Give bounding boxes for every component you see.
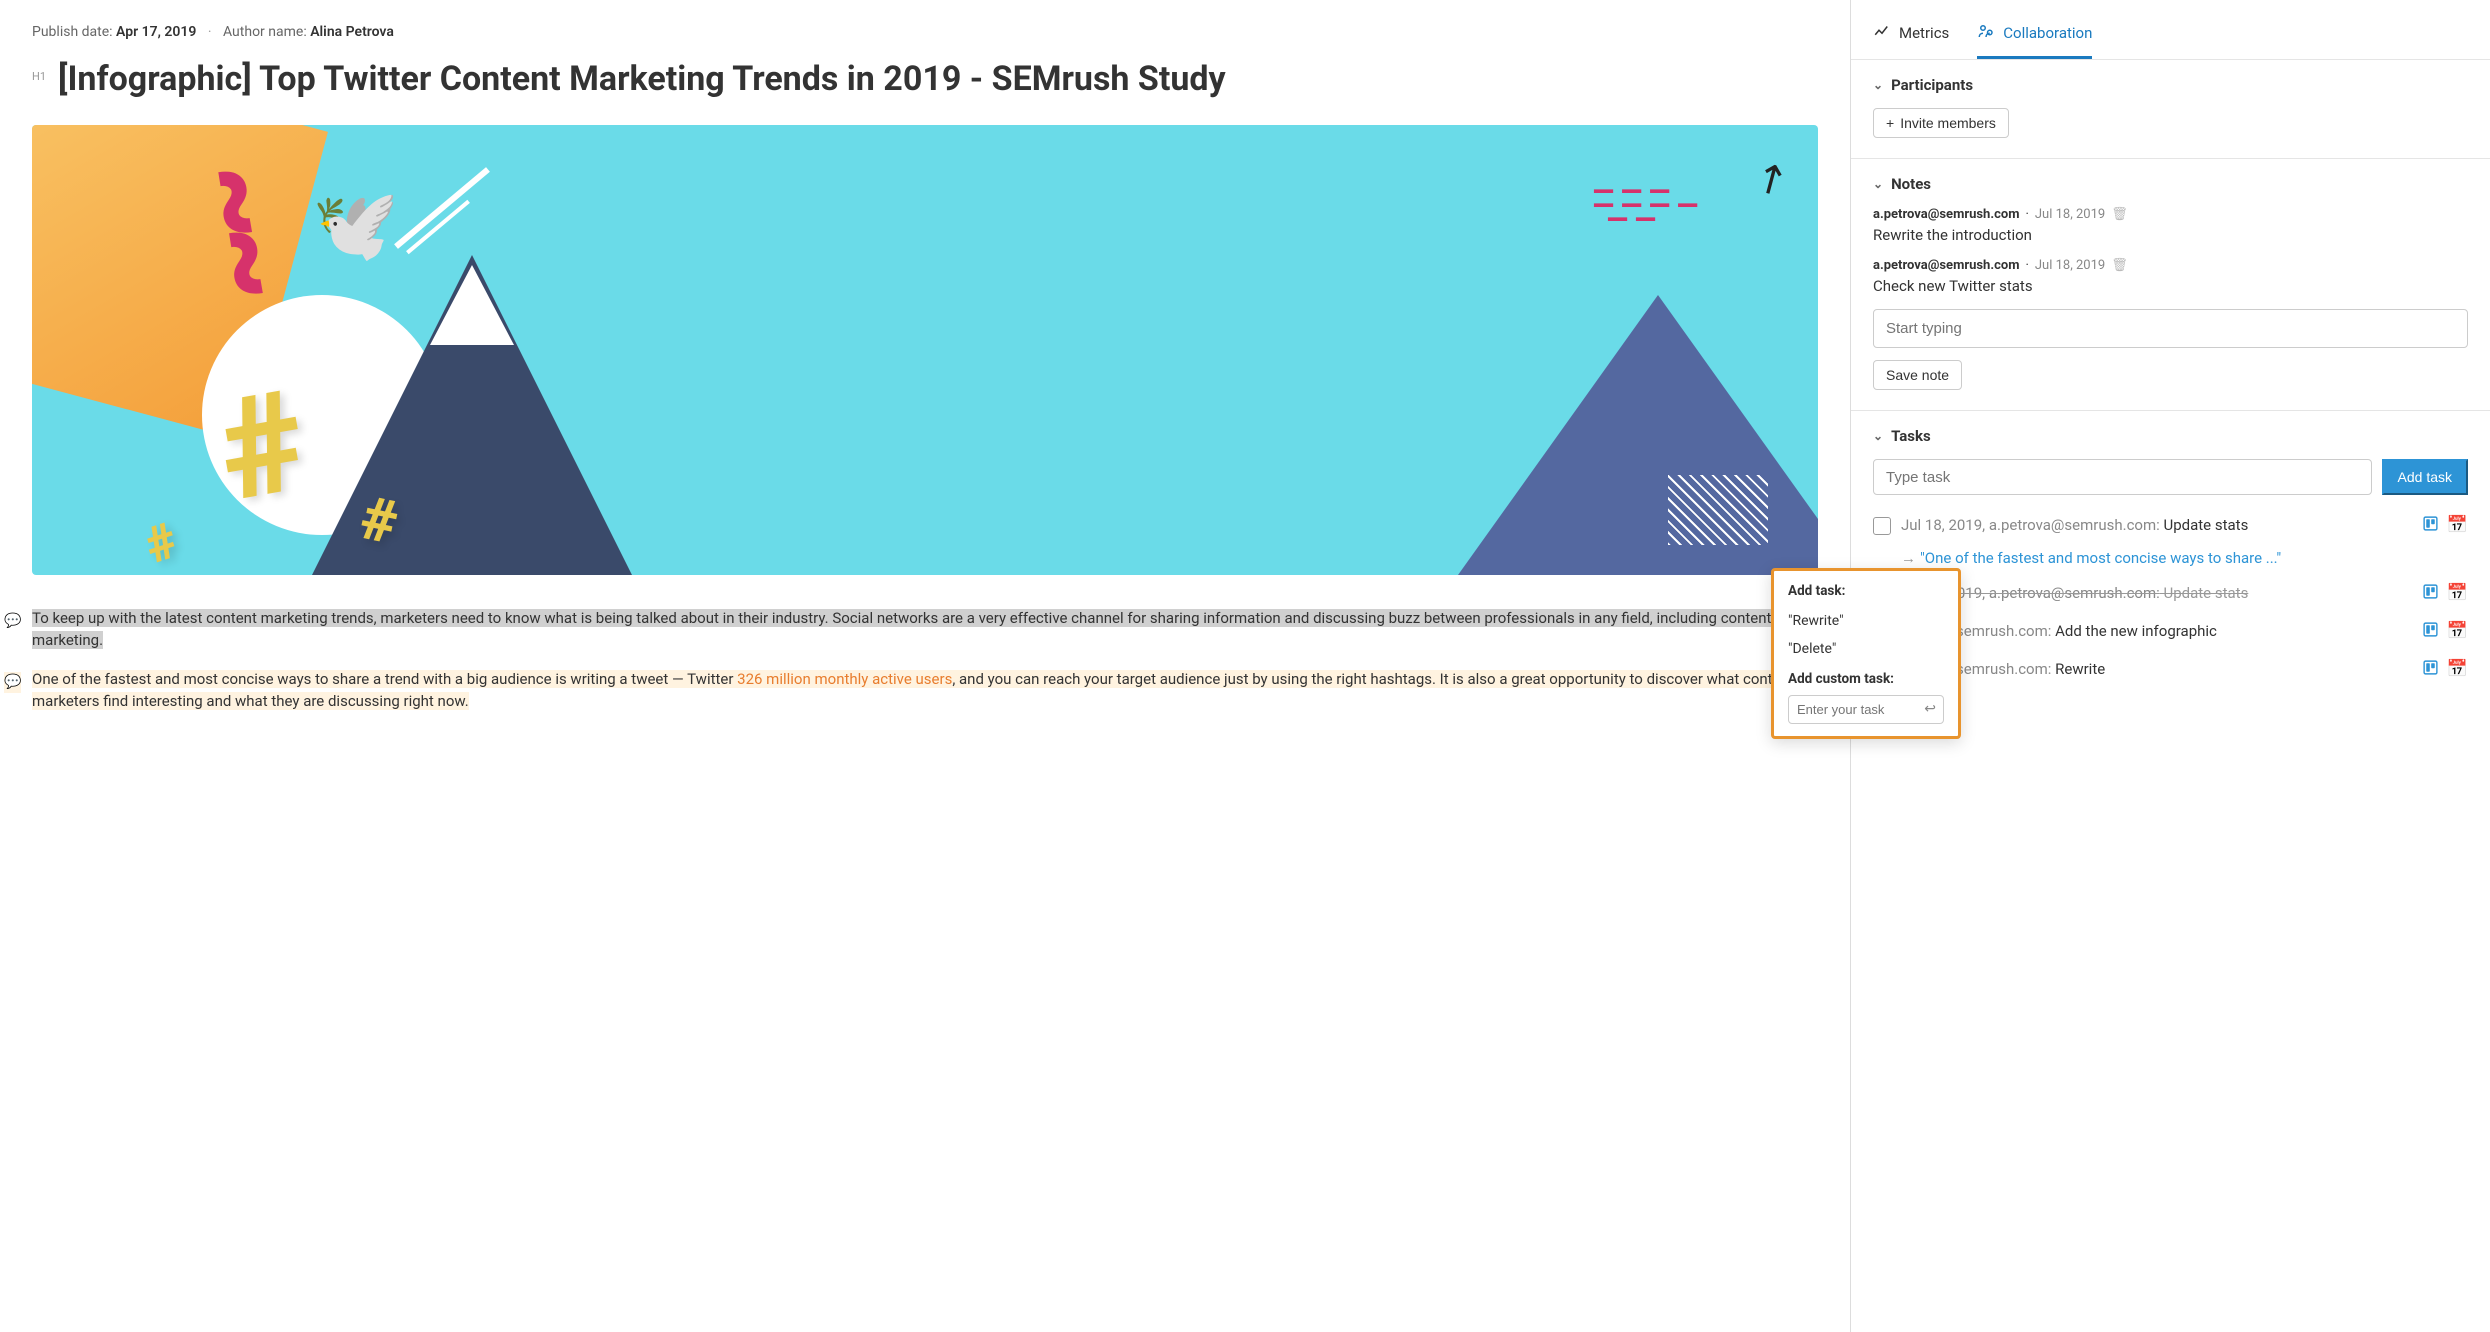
add-task-popover: Add task: "Rewrite" "Delete" Add custom … bbox=[1771, 568, 1961, 739]
task-item: ✓ Jul 18, 2019, a.petrova@semrush.com: U… bbox=[1873, 579, 2468, 609]
paragraph-2[interactable]: 💬 One of the fastest and most concise wa… bbox=[32, 668, 1818, 713]
note-input[interactable] bbox=[1873, 309, 2468, 348]
participants-header[interactable]: ⌄ Participants bbox=[1873, 76, 2468, 94]
paragraph-1[interactable]: 💬 To keep up with the latest content mar… bbox=[32, 607, 1818, 652]
save-note-label: Save note bbox=[1886, 367, 1949, 383]
more-tasks-link[interactable]: » bbox=[1901, 693, 2468, 709]
trello-icon[interactable] bbox=[2422, 515, 2439, 537]
paragraph-2-text-a: One of the fastest and most concise ways… bbox=[32, 670, 737, 688]
page-title[interactable]: [Infographic] Top Twitter Content Market… bbox=[58, 58, 1226, 101]
sidebar-tabs: Metrics Collaboration bbox=[1851, 10, 2490, 60]
note-author: a.petrova@semrush.com bbox=[1873, 207, 2019, 222]
popover-title: Add task: bbox=[1788, 583, 1944, 599]
tasks-header[interactable]: ⌄ Tasks bbox=[1873, 427, 2468, 445]
trash-icon[interactable]: 🗑 bbox=[2111, 258, 2128, 273]
tab-collaboration-label: Collaboration bbox=[2003, 24, 2092, 42]
add-task-button[interactable]: Add task bbox=[2382, 459, 2468, 495]
popover-custom-input[interactable] bbox=[1788, 695, 1944, 724]
section-tasks: ⌄ Tasks Add task Jul 18, 2019, a.petrova… bbox=[1851, 411, 2490, 729]
active-users-link[interactable]: 326 million monthly active users bbox=[737, 670, 952, 688]
tab-metrics-label: Metrics bbox=[1899, 24, 1949, 42]
comment-icon[interactable]: 💬 bbox=[4, 672, 21, 693]
trello-icon[interactable] bbox=[2422, 621, 2439, 643]
metrics-icon bbox=[1873, 22, 1891, 44]
section-participants: ⌄ Participants + Invite members bbox=[1851, 60, 2490, 159]
task-text: Rewrite bbox=[2055, 660, 2105, 678]
tab-metrics[interactable]: Metrics bbox=[1873, 10, 1949, 59]
calendar-icon[interactable]: 📅 bbox=[2447, 583, 2468, 605]
trello-icon[interactable] bbox=[2422, 583, 2439, 605]
tasks-heading: Tasks bbox=[1891, 427, 1931, 445]
section-notes: ⌄ Notes a.petrova@semrush.com · Jul 18, … bbox=[1851, 159, 2490, 411]
task-quote[interactable]: →"One of the fastest and most concise wa… bbox=[1901, 549, 2468, 567]
tab-collaboration[interactable]: Collaboration bbox=[1977, 10, 2092, 59]
chevron-down-icon: ⌄ bbox=[1873, 429, 1883, 443]
participants-heading: Participants bbox=[1891, 76, 1973, 94]
note-author: a.petrova@semrush.com bbox=[1873, 258, 2019, 273]
task-text: Update stats bbox=[2164, 584, 2249, 602]
publish-date-value: Apr 17, 2019 bbox=[116, 24, 196, 40]
task-text: Add the new infographic bbox=[2055, 622, 2217, 640]
save-note-button[interactable]: Save note bbox=[1873, 360, 1962, 390]
meta-row: Publish date: Apr 17, 2019 · Author name… bbox=[32, 24, 1818, 40]
plus-icon: + bbox=[1886, 115, 1894, 131]
chevron-down-icon: ⌄ bbox=[1873, 78, 1883, 92]
author-value: Alina Petrova bbox=[310, 24, 394, 40]
trello-icon[interactable] bbox=[2422, 659, 2439, 681]
popover-custom-title: Add custom task: bbox=[1788, 671, 1944, 687]
calendar-icon[interactable]: 📅 bbox=[2447, 515, 2468, 537]
task-item: Jul 18, 2019, a.petrova@semrush.com: Upd… bbox=[1873, 511, 2468, 541]
add-task-label: Add task bbox=[2398, 469, 2452, 485]
paragraph-1-text: To keep up with the latest content marke… bbox=[32, 609, 1771, 650]
chevron-down-icon: ⌄ bbox=[1873, 177, 1883, 191]
enter-icon[interactable]: ↩ bbox=[1924, 701, 1936, 717]
publish-date-label: Publish date: bbox=[32, 24, 113, 40]
h1-badge: H1 bbox=[32, 70, 46, 83]
calendar-icon[interactable]: 📅 bbox=[2447, 659, 2468, 681]
task-text: Update stats bbox=[2164, 516, 2249, 534]
note-date: Jul 18, 2019 bbox=[2035, 258, 2105, 273]
note-date: Jul 18, 2019 bbox=[2035, 207, 2105, 222]
note-text: Rewrite the introduction bbox=[1873, 226, 2468, 244]
hero-image: ~~ 🕊️ — — —— — — — — — ↗ # # # bbox=[32, 125, 1818, 575]
invite-members-button[interactable]: + Invite members bbox=[1873, 108, 2009, 138]
author-label: Author name: bbox=[223, 24, 307, 40]
note-text: Check new Twitter stats bbox=[1873, 277, 2468, 295]
task-item: etrova@semrush.com: Add the new infograp… bbox=[1873, 617, 2468, 647]
invite-members-label: Invite members bbox=[1900, 115, 1996, 131]
arrow-right-icon: → bbox=[1901, 549, 1916, 567]
sidebar: Metrics Collaboration ⌄ Participants + I… bbox=[1850, 0, 2490, 1332]
task-meta: Jul 18, 2019, a.petrova@semrush.com: bbox=[1901, 516, 2160, 534]
trash-icon[interactable]: 🗑 bbox=[2111, 207, 2128, 222]
task-item: etrova@semrush.com: Rewrite 📅 bbox=[1873, 655, 2468, 685]
editor-main: Publish date: Apr 17, 2019 · Author name… bbox=[0, 0, 1850, 1332]
calendar-icon[interactable]: 📅 bbox=[2447, 621, 2468, 643]
notes-heading: Notes bbox=[1891, 175, 1931, 193]
task-checkbox[interactable] bbox=[1873, 517, 1891, 535]
popover-option-delete[interactable]: "Delete" bbox=[1788, 635, 1944, 663]
collaboration-icon bbox=[1977, 22, 1995, 44]
note-item: a.petrova@semrush.com · Jul 18, 2019 🗑 R… bbox=[1873, 207, 2468, 244]
comment-icon[interactable]: 💬 bbox=[4, 611, 21, 632]
notes-header[interactable]: ⌄ Notes bbox=[1873, 175, 2468, 193]
popover-option-rewrite[interactable]: "Rewrite" bbox=[1788, 607, 1944, 635]
task-input[interactable] bbox=[1873, 459, 2372, 495]
note-item: a.petrova@semrush.com · Jul 18, 2019 🗑 C… bbox=[1873, 258, 2468, 295]
